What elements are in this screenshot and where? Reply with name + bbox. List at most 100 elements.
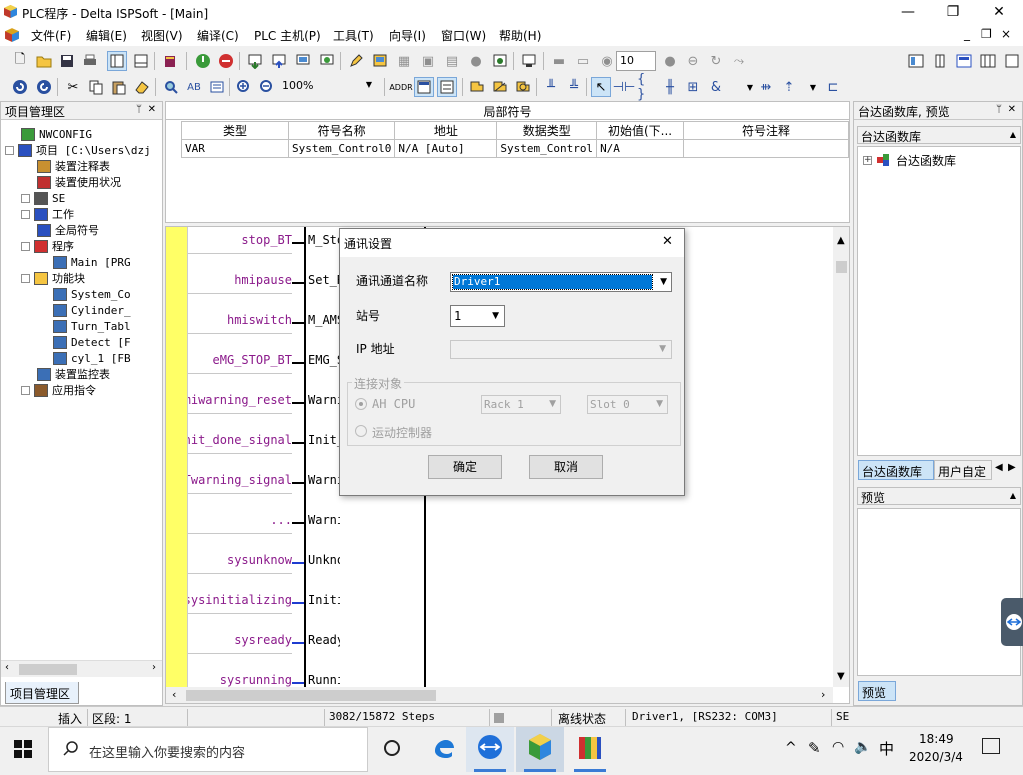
new-file-icon[interactable]: 🗋 bbox=[10, 51, 30, 71]
and-icon[interactable]: & bbox=[706, 77, 726, 97]
ladder-input-label[interactable]: eMG_STOP_BT bbox=[188, 353, 292, 367]
scroll-right-icon[interactable]: › bbox=[152, 662, 156, 673]
pin-icon[interactable]: ᛘ bbox=[996, 104, 1002, 115]
tab-user-library[interactable]: 用户自定 bbox=[934, 460, 992, 480]
tree-item[interactable]: Cylinder_ bbox=[53, 302, 131, 318]
cancel-button[interactable]: 取消 bbox=[529, 455, 603, 479]
tree-item[interactable]: 装置注释表 bbox=[37, 158, 110, 174]
ladder-input-label[interactable]: sysunknow bbox=[188, 553, 292, 567]
scroll-thumb[interactable] bbox=[186, 690, 436, 701]
ladder-input-label[interactable]: ... bbox=[188, 513, 292, 527]
library-dropdown[interactable]: 台达函数库 ▲ bbox=[857, 126, 1021, 144]
menu-compile[interactable]: 编译(C) bbox=[197, 27, 239, 44]
tree-item[interactable]: SE bbox=[21, 190, 65, 206]
redo-icon[interactable] bbox=[34, 77, 54, 97]
pointer-icon[interactable]: ↖ bbox=[591, 77, 611, 97]
disabled-tool-icon[interactable]: ▣ bbox=[418, 51, 438, 71]
menu-file[interactable]: 文件(F) bbox=[31, 27, 71, 44]
ladder-output-label[interactable]: Unknow bbox=[308, 553, 340, 567]
undo-icon[interactable] bbox=[10, 77, 30, 97]
rack-select[interactable]: Rack 1 ▼ bbox=[481, 395, 561, 414]
goto-icon[interactable] bbox=[207, 77, 227, 97]
ladder-output-label[interactable]: Initia~ bbox=[308, 593, 340, 607]
layout-icon-4[interactable] bbox=[978, 51, 998, 71]
zoom-out-icon[interactable] bbox=[257, 77, 277, 97]
menu-view[interactable]: 视图(V) bbox=[141, 27, 183, 44]
ladder-output-label[interactable]: Warnin~ bbox=[308, 513, 340, 527]
tree-item[interactable]: Detect [F bbox=[53, 334, 131, 350]
close-button[interactable]: ✕ bbox=[976, 0, 1022, 24]
stop-icon[interactable] bbox=[216, 51, 236, 71]
pin-icon[interactable]: ᛘ bbox=[136, 104, 142, 115]
print-icon[interactable] bbox=[80, 51, 100, 71]
cell-type[interactable]: VAR bbox=[181, 139, 289, 158]
tree-item[interactable]: 功能块 bbox=[21, 270, 85, 286]
ladder-input-label[interactable]: sysready bbox=[188, 633, 292, 647]
minimize-button[interactable]: — bbox=[885, 0, 931, 24]
tree-item[interactable]: 项目 [C:\Users\dzj bbox=[5, 142, 151, 158]
ladder-output-label[interactable]: Warnin bbox=[308, 473, 340, 487]
scroll-right-icon[interactable]: › bbox=[821, 688, 825, 701]
network-icon[interactable] bbox=[519, 51, 539, 71]
symbol-view-icon[interactable] bbox=[414, 77, 434, 97]
tab-scroll-left-icon[interactable]: ◀ bbox=[995, 462, 1003, 473]
layout-icon-2[interactable] bbox=[930, 51, 950, 71]
restore-button[interactable]: ❐ bbox=[930, 0, 976, 24]
collapse-icon[interactable] bbox=[5, 145, 14, 155]
ladder-input-label[interactable]: hmiswitch bbox=[188, 313, 292, 327]
tree-item-library[interactable]: + 台达函数库 bbox=[863, 152, 956, 168]
notification-icon[interactable] bbox=[982, 738, 1000, 754]
menu-window[interactable]: 窗口(W) bbox=[441, 27, 486, 44]
col-comment[interactable]: 符号注释 bbox=[683, 121, 849, 140]
layout-view-icon[interactable] bbox=[107, 51, 127, 71]
menu-plc[interactable]: PLC 主机(P) bbox=[254, 27, 321, 44]
eraser-icon[interactable] bbox=[132, 77, 152, 97]
ladder-input-label[interactable]: sysinitializing bbox=[188, 593, 292, 607]
ladder-output-label[interactable]: Set_R bbox=[308, 273, 340, 287]
mdi-minimize-button[interactable]: _ bbox=[964, 27, 970, 41]
tree-item[interactable]: 工作 bbox=[21, 206, 74, 222]
debug-icon[interactable] bbox=[490, 51, 510, 71]
expand-icon[interactable] bbox=[21, 385, 30, 395]
disabled-tool-icon[interactable]: ▦ bbox=[394, 51, 414, 71]
col-address[interactable]: 地址 bbox=[394, 121, 498, 140]
disabled-tool-icon[interactable]: ▤ bbox=[442, 51, 462, 71]
tree-item[interactable]: 装置使用状况 bbox=[37, 174, 121, 190]
channel-select[interactable]: Driver1 ▼ bbox=[450, 272, 672, 292]
window-view-icon[interactable] bbox=[131, 51, 151, 71]
clock-date[interactable]: 2020/3/4 bbox=[909, 750, 963, 764]
menu-tools[interactable]: 工具(T) bbox=[333, 27, 374, 44]
disabled-tool-icon[interactable]: ▬ bbox=[549, 51, 569, 71]
cell-data-type[interactable]: System_Control bbox=[496, 139, 598, 158]
monitor-icon[interactable] bbox=[293, 51, 313, 71]
open-folder-icon[interactable] bbox=[34, 51, 54, 71]
close-icon[interactable]: ✕ bbox=[662, 234, 673, 249]
library-icon[interactable] bbox=[160, 51, 180, 71]
ladder-input-label[interactable]: hmiwarning_reset bbox=[188, 393, 292, 407]
copy-icon[interactable] bbox=[86, 77, 106, 97]
insert-row-icon[interactable]: ⇻ bbox=[756, 77, 776, 97]
menu-help[interactable]: 帮助(H) bbox=[499, 27, 541, 44]
menu-edit[interactable]: 编辑(E) bbox=[86, 27, 127, 44]
ladder-output-label[interactable]: Warnin bbox=[308, 393, 340, 407]
tab-preview[interactable]: 预览 bbox=[858, 681, 896, 701]
disabled-tool-icon[interactable]: ↻ bbox=[706, 51, 726, 71]
online-monitor-icon[interactable] bbox=[317, 51, 337, 71]
disabled-tool-icon[interactable]: ▭ bbox=[573, 51, 593, 71]
tree-item[interactable]: 装置监控表 bbox=[37, 366, 110, 382]
ladder-vscrollbar[interactable]: ▲ ▼ bbox=[833, 227, 849, 687]
disabled-tool-icon[interactable]: ● bbox=[660, 51, 680, 71]
ladder-output-label[interactable]: M_Stop bbox=[308, 233, 340, 247]
ladder-input-label[interactable]: hmiinit_done_signal bbox=[188, 433, 292, 447]
layout-icon-3[interactable] bbox=[954, 51, 974, 71]
tree-item[interactable]: 应用指令 bbox=[21, 382, 96, 398]
tab-scroll-right-icon[interactable]: ▶ bbox=[1008, 462, 1016, 473]
windows-start-icon[interactable] bbox=[14, 740, 32, 758]
ispsoft-taskbar-icon[interactable] bbox=[516, 727, 564, 772]
ip-select[interactable]: ▼ bbox=[450, 340, 672, 359]
app-taskbar-icon[interactable] bbox=[566, 727, 614, 772]
ladder-input-label[interactable]: sysrunning bbox=[188, 673, 292, 687]
contact-nc-icon[interactable] bbox=[490, 77, 510, 97]
cell-initial-value[interactable]: N/A bbox=[596, 139, 685, 158]
col-symbol-name[interactable]: 符号名称 bbox=[287, 121, 396, 140]
